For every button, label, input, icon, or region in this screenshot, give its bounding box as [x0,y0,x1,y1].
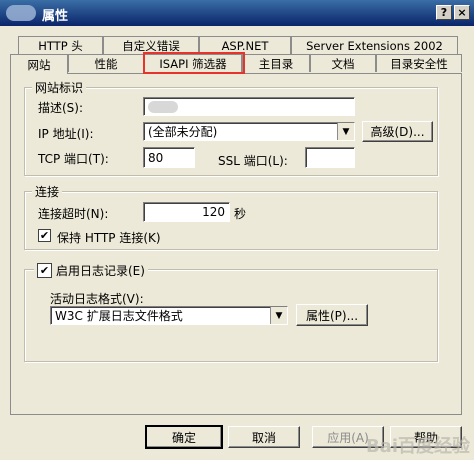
tcp-port-input[interactable]: 80 [143,147,195,168]
log-format-label: 活动日志格式(V): [50,292,144,306]
tab-directory-security[interactable]: 目录安全性 [376,54,462,72]
highlight-box [143,52,245,74]
site-id-group-title: 网站标识 [32,79,87,96]
ip-address-select[interactable]: (全部未分配) ▼ [143,122,355,141]
enable-logging-checkbox[interactable]: ✔ [37,263,52,278]
ip-address-value: (全部未分配) [148,125,218,139]
connection-group-title: 连接 [32,183,63,200]
chevron-down-icon[interactable]: ▼ [270,307,287,324]
cancel-button[interactable]: 取消 [228,426,300,448]
tab-http-headers[interactable]: HTTP 头 [18,36,103,54]
tab-performance[interactable]: 性能 [68,54,144,72]
tab-server-extensions[interactable]: Server Extensions 2002 [291,36,458,54]
timeout-input[interactable]: 120 [143,202,230,222]
tab-home-directory[interactable]: 主目录 [242,54,310,72]
logging-header: ✔ 启用日志记录(E) [34,262,148,279]
tcp-port-label: TCP 端口(T): [38,152,109,166]
close-title-button[interactable]: × [454,5,470,20]
keepalive-checkbox[interactable]: ✔ [38,229,51,242]
ok-button[interactable]: 确定 [145,425,223,449]
log-format-value: W3C 扩展日志文件格式 [55,309,183,323]
title-bar [0,0,474,26]
chevron-down-icon[interactable]: ▼ [337,123,354,140]
help-title-button[interactable]: ? [436,5,452,20]
timeout-unit: 秒 [234,207,247,221]
description-input[interactable] [143,97,355,116]
description-redacted [148,100,178,113]
log-properties-button[interactable]: 属性(P)... [296,304,368,326]
ssl-port-input[interactable] [305,147,355,168]
timeout-label: 连接超时(N): [38,207,109,221]
keepalive-label: 保持 HTTP 连接(K) [57,231,161,245]
description-label: 描述(S): [38,101,84,115]
tab-documents[interactable]: 文档 [310,54,376,72]
log-format-select[interactable]: W3C 扩展日志文件格式 ▼ [50,306,288,325]
tab-website[interactable]: 网站 [10,54,68,74]
enable-logging-label: 启用日志记录(E) [56,264,145,278]
window-title: 属性 [42,9,69,24]
watermark: Bai百度经验 [365,436,470,457]
site-name-redacted [6,5,36,21]
ssl-port-label: SSL 端口(L): [218,154,288,168]
ip-label: IP 地址(I): [38,127,94,141]
advanced-button[interactable]: 高级(D)... [362,121,433,142]
